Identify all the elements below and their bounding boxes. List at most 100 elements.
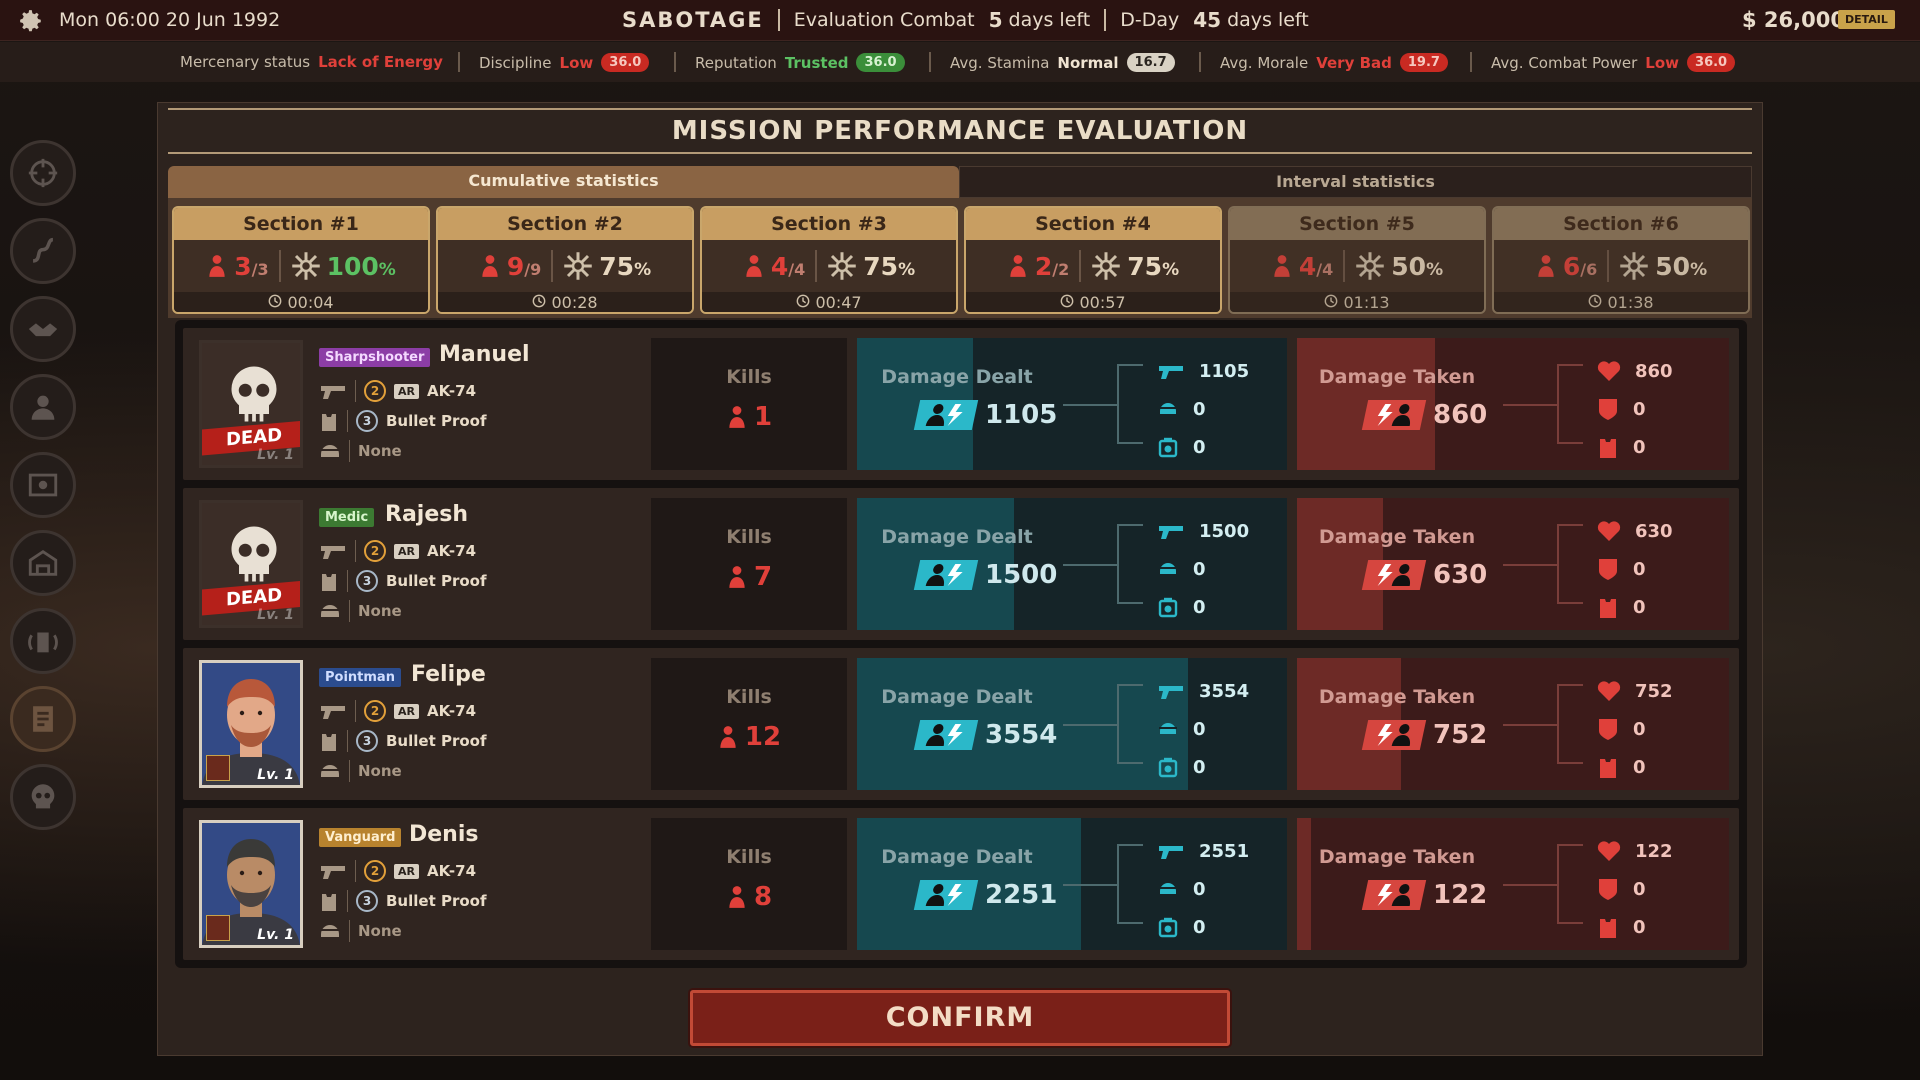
clock-icon	[269, 294, 282, 308]
section-time: 00:47	[702, 292, 956, 312]
tab-interval[interactable]: Interval statistics	[959, 166, 1752, 198]
weapon-type-tag: AR	[394, 703, 419, 719]
kills-value: 12	[651, 722, 847, 752]
settings-gear-icon[interactable]	[18, 8, 44, 34]
accuracy-icon	[564, 252, 593, 280]
confirm-button[interactable]: CONFIRM	[690, 990, 1230, 1046]
breakdown-weapon: 3554	[1157, 672, 1277, 710]
weapon-name: AK-74	[426, 702, 477, 720]
accuracy-icon	[1356, 252, 1385, 280]
nav-radio-button[interactable]	[10, 608, 76, 674]
nav-route-button[interactable]	[10, 218, 76, 284]
kills-number: 12	[744, 722, 782, 752]
status-badge: 36.0	[601, 53, 650, 72]
breakdown-weapon: 2551	[1157, 832, 1277, 870]
status-value: Lack of Energy	[318, 53, 443, 71]
section-kills: 6/6	[1563, 252, 1597, 281]
eval-label: Evaluation Combat	[793, 9, 975, 31]
breakdown-device: 0	[1157, 428, 1277, 466]
armor-name: Bullet Proof	[386, 412, 487, 430]
mercenary-row: DEAD Lv. 1 Medic Rajesh 2 AR AK-74 3 Bul…	[183, 488, 1739, 640]
nav-hangar-button[interactable]	[10, 530, 76, 596]
section-card[interactable]: Section #1 3/3 100% 00:04	[172, 206, 430, 314]
breakdown-value: 2551	[1199, 840, 1250, 862]
status-value: Low	[559, 53, 594, 72]
crosshair-icon	[28, 158, 58, 188]
mercenary-row: Lv. 1 Vanguard Denis 2 AR AK-74 3 Bullet…	[183, 808, 1739, 960]
breakdown-grenade: 0	[1157, 710, 1277, 748]
percent-sign: %	[898, 259, 916, 280]
connector-line	[1503, 564, 1557, 566]
shield-icon	[1599, 399, 1617, 420]
percent-sign: %	[378, 259, 396, 280]
damage-taken-label: Damage Taken	[1318, 686, 1476, 708]
section-label: Section #2	[438, 208, 692, 240]
damage-dealt-value: 2251	[985, 880, 1058, 910]
section-card[interactable]: Section #3 4/4 75% 00:47	[700, 206, 958, 314]
nav-soldier-button[interactable]	[10, 374, 76, 440]
damage-taken-icon	[1377, 884, 1411, 906]
helmet-icon	[320, 445, 340, 457]
mercenary-row: Lv. 1 Pointman Felipe 2 AR AK-74 3 Bulle…	[183, 648, 1739, 800]
section-kills-total: /4	[788, 259, 806, 279]
section-card[interactable]: Section #6 6/6 50% 01:38	[1492, 206, 1750, 314]
kills-box: Kills 12	[651, 658, 847, 790]
gun-icon	[321, 386, 345, 399]
kills-box: Kills 1	[651, 338, 847, 470]
breakdown-vest: 0	[1597, 748, 1717, 786]
detail-button[interactable]: DETAIL	[1838, 10, 1895, 29]
damage-dealt-value: 3554	[985, 720, 1058, 750]
damage-dealt-icon	[925, 724, 963, 746]
section-accuracy: 75%	[1127, 252, 1179, 281]
role-badge: Medic	[319, 508, 375, 527]
tab-cumulative[interactable]: Cumulative statistics	[168, 166, 959, 198]
divider	[355, 380, 356, 402]
role-badge: Pointman	[319, 668, 401, 687]
divider	[1343, 250, 1346, 282]
divider	[355, 860, 356, 882]
grenade-icon	[1159, 563, 1177, 574]
divider	[349, 920, 350, 942]
section-time: 00:28	[438, 292, 692, 312]
breakdown-value: 0	[1633, 718, 1646, 740]
section-kills-total: /2	[1052, 259, 1070, 279]
nav-intel-button[interactable]	[10, 452, 76, 518]
handshake-icon	[28, 323, 58, 337]
damage-taken-breakdown: 860 0 0	[1597, 352, 1717, 466]
damage-dealt-icon	[925, 884, 963, 906]
nav-file-button[interactable]	[10, 686, 76, 752]
status-label: Discipline	[479, 53, 552, 72]
divider	[1104, 9, 1107, 31]
section-time-value: 00:28	[551, 293, 598, 312]
section-time-value: 00:57	[1079, 293, 1126, 312]
nav-crosshair-button[interactable]	[10, 140, 76, 206]
gun-icon	[1159, 366, 1183, 379]
section-stats: 3/3 100%	[174, 240, 428, 292]
vest-icon	[1600, 919, 1616, 938]
damage-dealt-label: Damage Dealt	[881, 366, 1033, 388]
breakdown-value: 1500	[1199, 520, 1250, 542]
section-card[interactable]: Section #2 9/9 75% 00:28	[436, 206, 694, 314]
divider	[347, 410, 348, 432]
nav-handshake-button[interactable]	[10, 296, 76, 362]
kill-icon	[482, 255, 498, 277]
morale-status: Avg. Morale Very Bad 19.7	[1220, 53, 1448, 72]
divider	[355, 540, 356, 562]
damage-dealt-breakdown: 1500 0 0	[1157, 512, 1277, 626]
status-badge: 16.7	[1126, 53, 1175, 72]
section-card[interactable]: Section #4 2/2 75% 00:57	[964, 206, 1222, 314]
nav-skull-button[interactable]	[10, 764, 76, 830]
stamina-status: Avg. Stamina Normal 16.7	[950, 53, 1175, 72]
damage-dealt-icon	[925, 564, 963, 586]
section-label: Section #6	[1494, 208, 1748, 240]
status-label: Avg. Morale	[1220, 53, 1309, 72]
armor-level-badge: 3	[356, 570, 378, 592]
section-accuracy-value: 50	[1655, 251, 1691, 281]
section-card[interactable]: Section #5 4/4 50% 01:13	[1228, 206, 1486, 314]
divider	[347, 570, 348, 592]
breakdown-armor: 0	[1597, 870, 1717, 908]
section-label: Section #3	[702, 208, 956, 240]
status-value: Low	[1645, 53, 1680, 72]
damage-taken-box: Damage Taken 630 630 0 0	[1297, 498, 1729, 630]
connector-bracket	[1557, 844, 1583, 924]
